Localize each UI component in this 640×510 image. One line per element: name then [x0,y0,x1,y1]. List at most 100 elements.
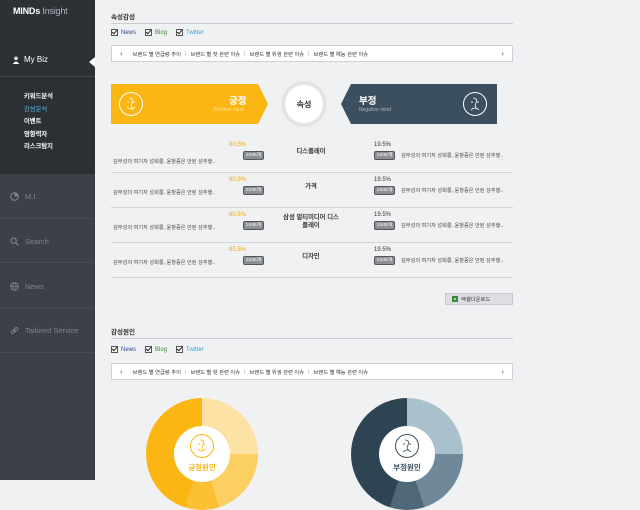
attribute-row: 80.5% 2445개 김무성의 여기자 성희롱, 윤창중은 안된 성추행.. … [111,243,513,278]
attribute-center: 속성 [281,81,327,127]
negative-cause-donut[interactable]: 부정원인 [351,398,463,510]
positive-pct: 80.5% [229,177,247,183]
sidebar: MINDs Insight My Biz 키워드분석 감성분석 이벤트 영향력자… [0,0,95,480]
positive-snippet[interactable]: 김무성의 여기자 성희롱, 윤창중은 안된 성추행.. [113,224,215,231]
checkbox[interactable] [176,29,184,36]
more-icon[interactable]: ··· [257,258,262,264]
negative-snippet[interactable]: 김무성의 여기자 성희롱, 윤창중은 안된 성추행.. [401,257,503,264]
tab-issue[interactable]: 브랜드 별 핫 관련 이슈 [186,368,244,376]
checkbox[interactable] [176,346,184,353]
positive-pct: 80.5% [229,142,247,148]
nav-tailored-label: Tailored Service [25,326,79,335]
tab-issue[interactable]: 브랜드 별 예능 관련 이슈 [310,50,373,58]
submenu-influencer[interactable]: 영향력자 [24,129,53,142]
more-icon[interactable]: ··· [257,188,262,194]
more-icon[interactable]: ··· [500,258,505,264]
filter-blog[interactable]: Blog [145,29,167,36]
negative-count-badge[interactable]: 2445개 [374,151,396,160]
globe-icon [10,282,19,291]
source-filters: News Blog Twitter [111,29,204,36]
tab-issue[interactable]: 브랜드 별 위생 관련 이슈 [245,50,308,58]
submenu-keyword[interactable]: 키워드분석 [24,91,53,104]
negative-count-badge[interactable]: 2445개 [374,256,396,265]
excel-download-button[interactable]: x 엑셀다운로드 [445,293,513,305]
negative-snippet[interactable]: 김무성의 여기자 성희롱, 윤창중은 안된 성추행.. [401,152,503,159]
nav-news-label: News [25,282,44,291]
search-icon [10,237,19,246]
main-content: 속성감성 News Blog Twitter ‹ 브랜드 별 연급량 추이 | 브… [95,0,640,510]
positive-title: 긍정 [229,96,247,107]
nav-mi-label: M.I. [25,192,38,201]
negative-pct: 19.5% [374,212,392,218]
negative-cause-label: 부정원인 [393,463,421,472]
tab-issue[interactable]: 브랜드 별 핫 관련 이슈 [186,50,244,58]
checkbox[interactable] [111,346,118,353]
filter-twitter[interactable]: Twitter [176,346,204,353]
nav-mybiz[interactable]: My Biz [12,55,48,64]
tab-issue[interactable]: 브랜드 별 연급량 추이 [129,50,185,58]
more-icon[interactable]: ··· [257,223,262,229]
app-logo[interactable]: MINDs Insight [0,0,95,22]
negative-pct: 19.5% [374,142,392,148]
filter-twitter[interactable]: Twitter [176,29,204,36]
nav-mi[interactable]: M.I. [10,192,38,201]
filter-blog[interactable]: Blog [145,346,167,353]
checkbox[interactable] [111,29,118,36]
nav-search[interactable]: Search [10,237,49,246]
checkbox[interactable] [145,29,153,36]
nav-search-label: Search [25,237,49,246]
sad-face-icon [463,92,487,116]
submenu-event[interactable]: 이벤트 [24,116,53,129]
tab-issue[interactable]: 브랜드 별 위생 관련 이슈 [245,368,308,376]
more-icon[interactable]: ··· [500,188,505,194]
issue-tabbar: ‹ 브랜드 별 연급량 추이 | 브랜드 별 핫 관련 이슈 | 브랜드 별 위생 … [111,363,513,380]
section-title-attr-sentiment: 속성감성 [111,14,135,21]
excel-icon: x [452,296,458,302]
happy-face-icon [119,92,143,116]
negative-pct: 19.5% [374,247,392,253]
submenu-risk[interactable]: 리스크탐지 [24,141,53,154]
next-arrow-icon[interactable]: › [501,49,504,58]
next-arrow-icon[interactable]: › [501,367,504,376]
positive-cause-donut[interactable]: 긍정원인 [146,398,258,510]
mybiz-panel: My Biz 키워드분석 감성분석 이벤트 영향력자 리스크탐지 [0,22,95,174]
mybiz-submenu: 키워드분석 감성분석 이벤트 영향력자 리스크탐지 [24,91,53,154]
more-icon[interactable]: ··· [500,223,505,229]
positive-snippet[interactable]: 김무성의 여기자 성희롱, 윤창중은 안된 성추행.. [113,259,215,266]
positive-snippet[interactable]: 김무성의 여기자 성희롱, 윤창중은 안된 성추행.. [113,158,215,165]
section-title-sentiment-cause: 감성원인 [111,329,135,336]
tab-issue[interactable]: 브랜드 별 연급량 추이 [129,368,185,376]
negative-pct: 19.5% [374,177,392,183]
prev-arrow-icon[interactable]: ‹ [120,367,123,376]
attribute-row: 80.5% 2445개 김무성의 여기자 성희롱, 윤창중은 안된 성추행.. … [111,138,513,173]
attribute-name: 가격 [305,183,317,190]
chart-icon [10,192,19,201]
negative-snippet[interactable]: 김무성의 여기자 성희롱, 윤창중은 안된 성추행.. [401,187,503,194]
negative-title: 부정 [359,96,377,107]
nav-news[interactable]: News [10,282,44,291]
nav-mybiz-label: My Biz [24,55,48,64]
negative-count-badge[interactable]: 2445개 [374,221,396,230]
positive-pct: 80.5% [229,247,247,253]
negative-snippet[interactable]: 김무성의 여기자 성희롱, 윤창중은 안된 성추행.. [401,222,503,229]
user-icon [12,56,20,64]
submenu-sentiment[interactable]: 감성분석 [24,104,53,117]
positive-snippet[interactable]: 김무성의 여기자 성희롱, 윤창중은 안된 성추행.. [113,189,215,196]
positive-banner: 긍정 Positive mind [111,84,268,124]
happy-face-icon [190,434,214,458]
source-filters: News Blog Twitter [111,346,204,353]
checkbox[interactable] [145,346,153,353]
more-icon[interactable]: ··· [257,157,262,163]
tab-issue[interactable]: 브랜드 별 예능 관련 이슈 [310,368,373,376]
attribute-row: 80.5% 2445개 김무성의 여기자 성희롱, 윤창중은 안된 성추행.. … [111,173,513,208]
prev-arrow-icon[interactable]: ‹ [120,49,123,58]
more-icon[interactable]: ··· [500,157,505,163]
filter-news[interactable]: News [111,29,136,36]
attribute-name: 디자인 [302,253,320,260]
positive-cause-label: 긍정원인 [188,463,216,472]
nav-tailored[interactable]: Tailored Service [10,326,78,335]
negative-subtitle: Negative mind [359,107,391,113]
negative-count-badge[interactable]: 2445개 [374,186,396,195]
filter-news[interactable]: News [111,346,136,353]
attribute-name: 디스플레이 [296,148,326,155]
